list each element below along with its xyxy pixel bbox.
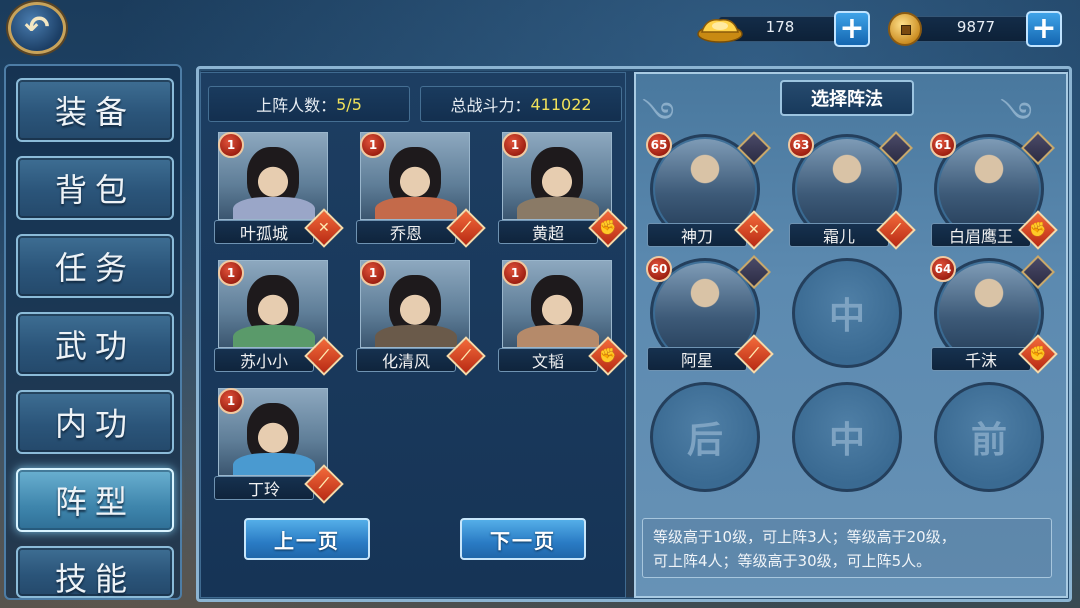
hero-name: 乔恩 <box>356 220 456 244</box>
hero-card[interactable]: 化清风 1 ⟋ <box>356 260 486 376</box>
gold-value: 178 <box>765 18 795 36</box>
hero-level-badge: 60 <box>646 256 672 282</box>
menu-backpack-label: 背包 <box>54 171 135 209</box>
slot-position-label: 中 <box>828 295 865 337</box>
hero-level-badge: 63 <box>788 132 814 158</box>
menu-quests-label: 任务 <box>54 249 135 287</box>
hero-card[interactable]: 丁玲 1 ⟋ <box>214 388 344 504</box>
hero-name: 文韬 <box>498 348 598 372</box>
total-power-label: 总战斗力： <box>450 96 531 115</box>
copper-add-button[interactable]: + <box>1026 11 1062 47</box>
hero-name: 丁玲 <box>214 476 314 500</box>
hero-card[interactable]: 乔恩 1 ⟋ <box>356 132 486 248</box>
slot-position-label: 后 <box>686 419 723 461</box>
next-page-button[interactable]: 下一页 <box>460 518 586 560</box>
hero-level-badge: 1 <box>218 388 244 414</box>
choose-formation-button[interactable]: 选择阵法 <box>780 80 914 116</box>
menu-equipment-label: 装备 <box>54 93 135 131</box>
back-button[interactable]: ↶ <box>8 2 66 54</box>
deploy-count: 上阵人数： 5/5 <box>208 86 410 122</box>
hero-level-badge: 1 <box>502 132 528 158</box>
slot-position-label: 中 <box>828 419 865 461</box>
deploy-count-label: 上阵人数： <box>256 96 337 115</box>
back-arrow-icon: ↶ <box>24 10 50 45</box>
gold-ingot-icon <box>697 19 743 43</box>
hero-card[interactable]: 苏小小 1 ⟋ <box>214 260 344 376</box>
copper-currency: 9877 + <box>888 10 1064 47</box>
hero-level-badge: 1 <box>360 132 386 158</box>
hero-level-badge: 64 <box>930 256 956 282</box>
hero-level-badge: 61 <box>930 132 956 158</box>
hero-name: 叶孤城 <box>214 220 314 244</box>
hero-name: 阿星 <box>647 347 747 371</box>
hero-name: 黄超 <box>498 220 598 244</box>
hero-level-badge: 1 <box>502 260 528 286</box>
menu-inner-power-label: 内功 <box>54 405 135 443</box>
gold-currency: 178 + <box>696 10 872 47</box>
total-power-value: 411022 <box>530 94 592 114</box>
formation-slot-empty[interactable]: 前 <box>934 382 1044 492</box>
gold-add-button[interactable]: + <box>834 11 870 47</box>
menu-backpack[interactable]: 背包 <box>16 156 174 220</box>
formation-rules-info: 等级高于10级，可上阵3人；等级高于20级， 可上阵4人；等级高于30级，可上阵… <box>642 518 1052 578</box>
formation-slot-empty[interactable]: 中 <box>792 382 902 492</box>
menu-formation[interactable]: 阵型 <box>16 468 174 532</box>
menu-inner-power[interactable]: 内功 <box>16 390 174 454</box>
hero-name: 白眉鹰王 <box>931 223 1031 247</box>
copper-value: 9877 <box>956 18 996 36</box>
hero-level-badge: 1 <box>218 260 244 286</box>
formation-slot-empty[interactable]: 中 <box>792 258 902 368</box>
slot-position-label: 前 <box>970 419 1007 461</box>
hero-card[interactable]: 叶孤城 1 ✕ <box>214 132 344 248</box>
side-menu: 装备 背包 任务 武功 内功 阵型 技能 <box>4 64 182 600</box>
hero-name: 霜儿 <box>789 223 889 247</box>
menu-formation-label: 阵型 <box>54 483 135 521</box>
hero-card[interactable]: 黄超 1 ✊ <box>498 132 628 248</box>
hero-name: 化清风 <box>356 348 456 372</box>
hero-level-badge: 1 <box>360 260 386 286</box>
hero-level-badge: 65 <box>646 132 672 158</box>
hero-name: 千沫 <box>931 347 1031 371</box>
hero-name: 神刀 <box>647 223 747 247</box>
prev-page-button[interactable]: 上一页 <box>244 518 370 560</box>
menu-skills[interactable]: 技能 <box>16 546 174 598</box>
hero-name: 苏小小 <box>214 348 314 372</box>
menu-equipment[interactable]: 装备 <box>16 78 174 142</box>
hero-card[interactable]: 文韬 1 ✊ <box>498 260 628 376</box>
menu-martial-arts-label: 武功 <box>54 327 135 365</box>
info-line-2: 可上阵4人；等级高于30级，可上阵5人。 <box>653 552 932 570</box>
total-power: 总战斗力： 411022 <box>420 86 622 122</box>
deploy-count-value: 5/5 <box>336 94 362 114</box>
menu-quests[interactable]: 任务 <box>16 234 174 298</box>
formation-slot-empty[interactable]: 后 <box>650 382 760 492</box>
hero-level-badge: 1 <box>218 132 244 158</box>
menu-martial-arts[interactable]: 武功 <box>16 312 174 376</box>
copper-coin-icon <box>888 12 922 46</box>
info-line-1: 等级高于10级，可上阵3人；等级高于20级， <box>653 528 956 546</box>
menu-skills-label: 技能 <box>54 560 135 598</box>
